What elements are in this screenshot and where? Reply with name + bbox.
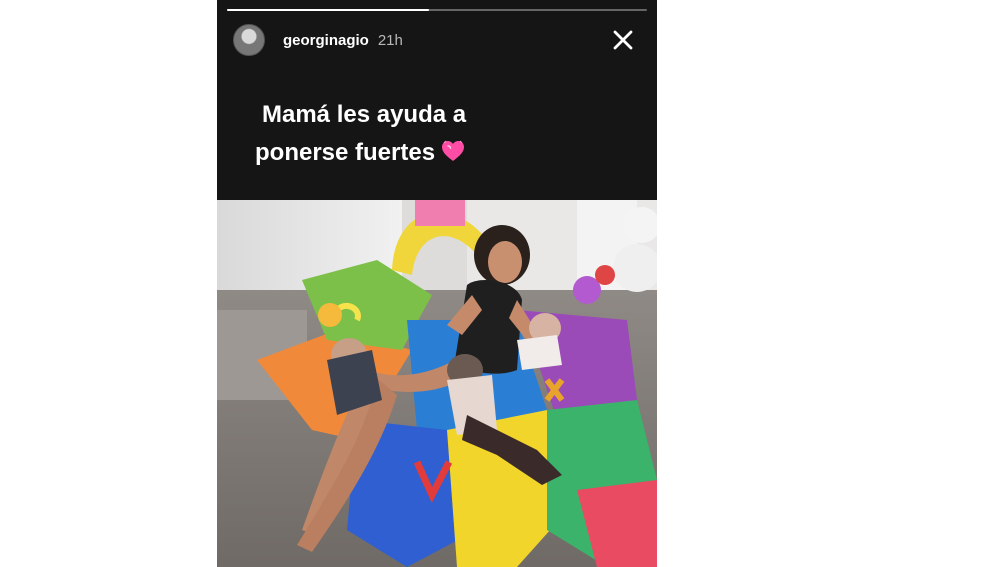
story-progress-bar xyxy=(227,9,647,11)
story-header: georginagio 21h xyxy=(233,20,643,60)
caption-line-2: ponerse fuertes xyxy=(255,134,657,172)
caption-line-2-text: ponerse fuertes xyxy=(255,139,436,166)
story-viewer[interactable]: georginagio 21h Mamá les ayuda a ponerse… xyxy=(217,0,657,567)
username[interactable]: georginagio xyxy=(283,32,369,49)
heart-icon xyxy=(442,140,465,161)
close-icon[interactable] xyxy=(611,28,635,52)
story-progress-fill xyxy=(227,9,429,11)
story-caption: Mamá les ayuda a ponerse fuertes xyxy=(217,96,657,172)
avatar[interactable] xyxy=(233,24,265,56)
timestamp: 21h xyxy=(377,31,403,49)
caption-line-1: Mamá les ayuda a xyxy=(262,101,467,128)
story-photo xyxy=(217,200,657,567)
